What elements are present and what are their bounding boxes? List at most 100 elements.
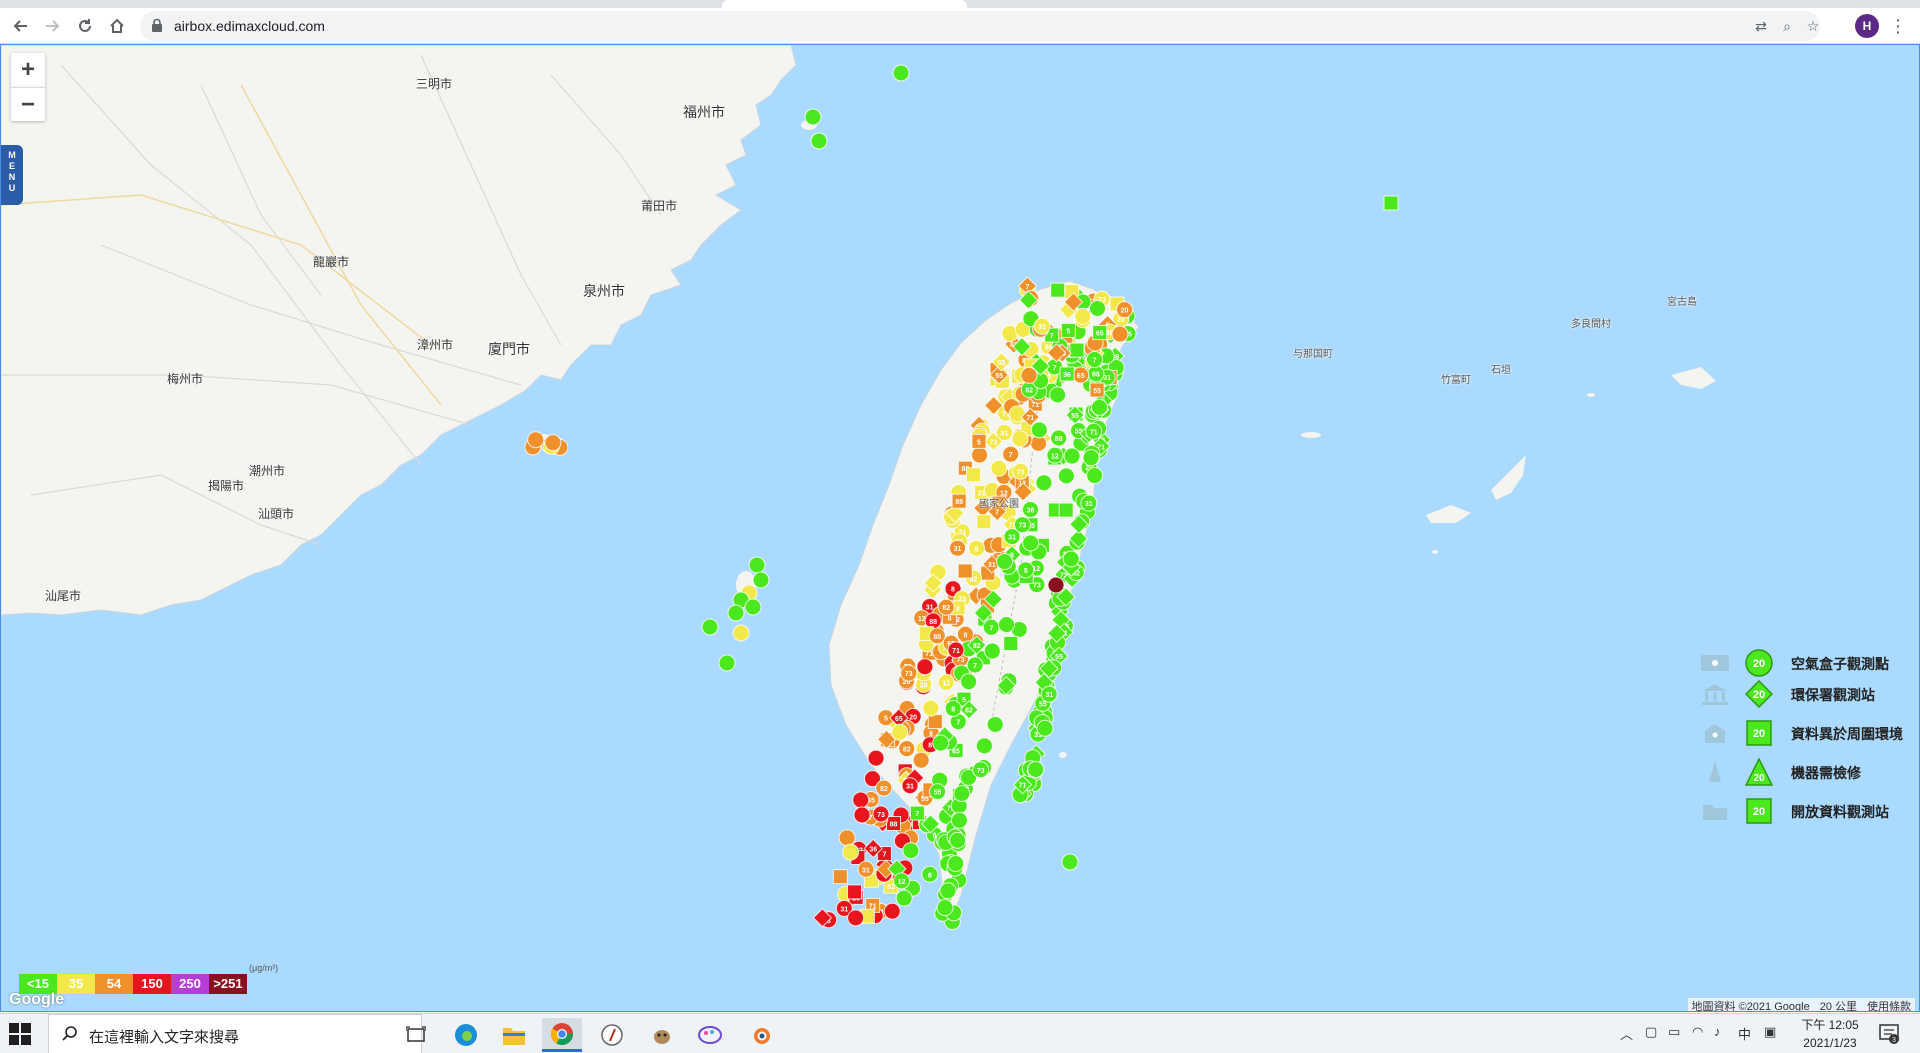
sensor-marker[interactable] <box>1035 474 1053 492</box>
notification-center-icon[interactable]: 3 <box>1878 1022 1900 1044</box>
taskbar-app-paint[interactable] <box>690 1018 730 1052</box>
sensor-marker[interactable] <box>852 791 870 809</box>
sensor-marker[interactable] <box>1088 299 1106 317</box>
taskbar-blender[interactable] <box>740 1018 780 1052</box>
sensor-marker[interactable] <box>976 514 992 530</box>
sensor-marker[interactable] <box>867 749 885 767</box>
sensor-marker[interactable] <box>1090 398 1108 416</box>
sensor-marker[interactable] <box>744 598 762 616</box>
sensor-marker[interactable] <box>960 673 978 691</box>
zoom-icon[interactable]: ⌕ <box>1778 17 1796 35</box>
sensor-marker[interactable] <box>832 869 848 885</box>
sensor-marker[interactable] <box>936 899 954 917</box>
sensor-marker[interactable] <box>1003 635 1019 651</box>
sensor-marker[interactable] <box>912 751 930 769</box>
sensor-marker[interactable] <box>998 616 1016 634</box>
sensor-marker[interactable] <box>1069 342 1085 358</box>
sensor-marker[interactable] <box>1074 307 1092 325</box>
sensor-marker[interactable] <box>902 842 920 860</box>
sensor-marker[interactable] <box>891 723 909 741</box>
sensor-marker[interactable] <box>1049 386 1067 404</box>
taskbar-app-compass[interactable] <box>592 1018 632 1052</box>
taskbar-edge[interactable] <box>446 1018 486 1052</box>
ime-mode-icon[interactable]: ▣ <box>1764 1024 1776 1040</box>
forward-button[interactable] <box>37 11 67 41</box>
sensor-marker[interactable] <box>990 459 1008 477</box>
sensor-marker[interactable] <box>965 467 981 483</box>
sensor-marker[interactable] <box>947 855 965 873</box>
battery-icon[interactable]: ▭ <box>1668 1024 1680 1040</box>
sensor-marker[interactable] <box>883 902 901 920</box>
terms-link[interactable]: 使用條款 <box>1867 998 1911 1011</box>
task-view-button[interactable] <box>396 1018 436 1052</box>
tray-meet-icon[interactable]: ▢ <box>1645 1024 1657 1040</box>
sensor-marker[interactable] <box>922 699 940 717</box>
windows-start-icon[interactable] <box>8 1022 32 1046</box>
taskbar-clock[interactable]: 下午 12:05 2021/1/23 <box>1790 1016 1870 1052</box>
sensor-marker[interactable] <box>957 563 973 579</box>
profile-avatar[interactable]: H <box>1855 14 1879 38</box>
taskbar-chrome[interactable] <box>542 1018 582 1052</box>
wifi-icon[interactable]: ◠ <box>1692 1024 1703 1040</box>
sensor-marker[interactable] <box>916 658 934 676</box>
sensor-marker[interactable] <box>838 829 856 847</box>
zoom-out-button[interactable]: − <box>11 87 45 121</box>
sensor-marker[interactable] <box>1061 853 1079 871</box>
sensor-marker[interactable] <box>748 556 766 574</box>
sensor-marker[interactable] <box>752 571 770 589</box>
sensor-marker[interactable] <box>949 831 967 849</box>
sensor-marker[interactable] <box>1036 719 1054 737</box>
sensor-marker[interactable] <box>718 654 736 672</box>
sensor-marker[interactable] <box>1111 325 1129 343</box>
sensor-marker[interactable] <box>810 132 828 150</box>
sensor-marker[interactable] <box>1050 282 1066 298</box>
sensor-marker[interactable] <box>986 715 1004 733</box>
sensor-marker[interactable] <box>732 624 750 642</box>
sensor-marker[interactable] <box>842 843 860 861</box>
sensor-marker[interactable] <box>1383 195 1399 211</box>
sensor-marker[interactable] <box>853 806 871 824</box>
active-tab[interactable] <box>722 0 967 8</box>
sensor-marker[interactable] <box>975 737 993 755</box>
sensor-marker[interactable] <box>804 108 822 126</box>
sensor-marker[interactable] <box>544 434 562 452</box>
sensor-marker[interactable] <box>927 714 943 730</box>
sensor-marker[interactable] <box>1022 534 1040 552</box>
zoom-in-button[interactable]: + <box>11 53 45 87</box>
sensor-marker[interactable] <box>847 884 863 900</box>
map-canvas[interactable]: 8212555588718873127131881273558207320207… <box>0 44 1920 1012</box>
sensor-marker[interactable] <box>527 431 545 449</box>
sensor-marker[interactable] <box>727 604 745 622</box>
menu-tab[interactable]: MENU <box>1 145 23 205</box>
sensor-marker[interactable] <box>1082 449 1100 467</box>
translate-icon[interactable]: ⇄ <box>1752 17 1770 35</box>
address-bar[interactable]: airbox.edimaxcloud.com ⇄ ⌕ ☆ <box>140 11 1820 41</box>
sensor-marker[interactable] <box>1058 502 1074 518</box>
volume-icon[interactable]: ♪ <box>1714 1024 1721 1039</box>
sensor-marker[interactable] <box>1011 430 1029 448</box>
sensor-marker[interactable] <box>701 618 719 636</box>
home-button[interactable] <box>102 11 132 41</box>
sensor-marker[interactable] <box>996 553 1014 571</box>
map-data-credit[interactable]: 地圖資料 ©2021 Google <box>1692 998 1810 1011</box>
bookmark-star-icon[interactable]: ☆ <box>1804 17 1822 35</box>
sensor-marker[interactable] <box>953 785 971 803</box>
sensor-marker[interactable] <box>1086 467 1104 485</box>
taskbar-app-animal[interactable] <box>642 1018 682 1052</box>
sensor-marker[interactable] <box>950 811 968 829</box>
sensor-marker[interactable] <box>847 909 865 927</box>
ime-indicator[interactable]: 中 <box>1738 1024 1751 1043</box>
sensor-marker[interactable] <box>1030 421 1048 439</box>
back-button[interactable] <box>6 11 36 41</box>
tray-chevron-icon[interactable]: ︿ <box>1620 1024 1633 1043</box>
sensor-marker[interactable] <box>983 642 1001 660</box>
taskbar-search-box[interactable]: 在這裡輸入文字來搜尋 <box>48 1014 422 1053</box>
sensor-marker[interactable] <box>892 64 910 82</box>
taskbar-file-explorer[interactable] <box>494 1018 534 1052</box>
sensor-marker[interactable] <box>1008 405 1026 423</box>
sensor-marker[interactable] <box>932 734 950 752</box>
reload-button[interactable] <box>70 11 100 41</box>
sensor-marker[interactable] <box>971 446 989 464</box>
browser-menu-icon[interactable]: ⋮ <box>1888 12 1908 40</box>
sensor-marker[interactable] <box>1063 447 1081 465</box>
